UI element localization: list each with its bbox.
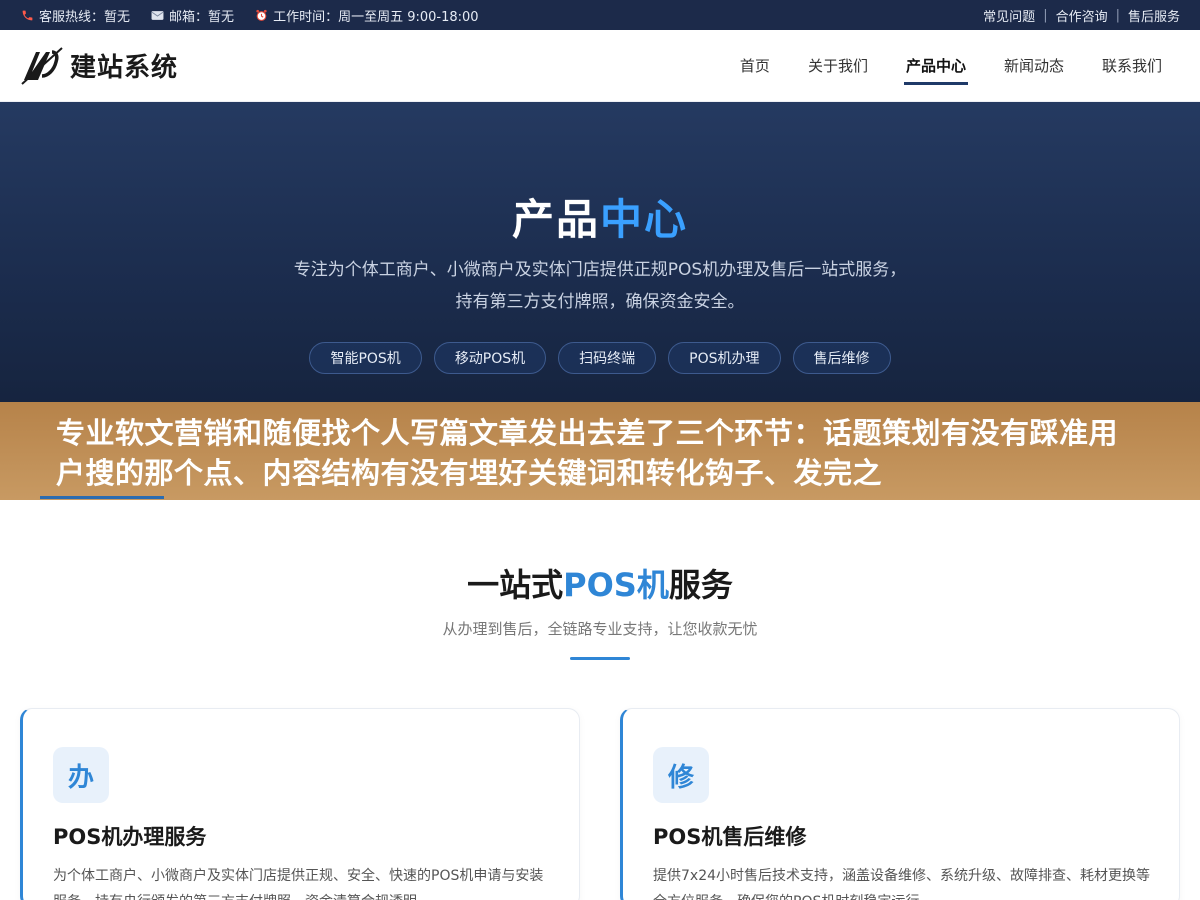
- alarm-clock-icon: [254, 8, 268, 22]
- logo-text: 建站系统: [70, 53, 179, 83]
- hours-value: 周一至周五 9:00-18:00: [338, 9, 479, 25]
- hero-section: 产品中心 专注为个体工商户、小微商户及实体门店提供正规POS机办理及售后一站式服…: [0, 102, 1200, 402]
- hours-label: 工作时间：: [273, 9, 339, 25]
- tag-smart-pos[interactable]: 智能POS机: [309, 342, 422, 374]
- hours-info: 工作时间： 周一至周五 9:00-18:00: [254, 6, 479, 25]
- tag-pos-application[interactable]: POS机办理: [668, 342, 781, 374]
- section-divider: [570, 657, 630, 660]
- nav-item-news[interactable]: 新闻动态: [1004, 30, 1064, 102]
- contact-info: 客服热线： 暂无 邮箱： 暂无 工作时间： 周一至周五 9:00-18:00: [20, 6, 499, 25]
- top-links: 常见问题 | 合作咨询 | 售后服务: [983, 6, 1180, 25]
- section-title-accent: POS机: [563, 566, 669, 604]
- email-value: 暂无: [208, 9, 235, 25]
- section-title-post: 服务: [668, 566, 733, 604]
- section-title: 一站式POS机服务: [0, 560, 1200, 606]
- section-title-pre: 一站式: [467, 566, 564, 604]
- hero-title-main: 产品: [511, 195, 600, 244]
- service-description: 提供7x24小时售后技术支持，涵盖设备维修、系统升级、故障排查、耗材更换等全方位…: [653, 868, 1151, 900]
- hero-title: 产品中心: [0, 186, 1200, 247]
- hero-tags: 智能POS机 移动POS机 扫码终端 POS机办理 售后维修: [0, 342, 1200, 374]
- phone-label: 客服热线：: [39, 9, 105, 25]
- nav-item-products[interactable]: 产品中心: [903, 30, 968, 102]
- tag-mobile-pos[interactable]: 移动POS机: [433, 342, 547, 374]
- main-nav: 首页 关于我们 产品中心 新闻动态 联系我们: [702, 30, 1162, 102]
- service-card-repair[interactable]: 修 POS机售后维修 提供7x24小时售后技术支持，涵盖设备维修、系统升级、故障…: [620, 708, 1180, 900]
- tag-after-sales-repair[interactable]: 售后维修: [792, 342, 891, 374]
- hero-description: 专注为个体工商户、小微商户及实体门店提供正规POS机办理及售后一站式服务，持有第…: [293, 260, 907, 312]
- divider: |: [1115, 7, 1120, 23]
- mail-icon: [150, 8, 164, 22]
- filter-underline: [40, 496, 164, 499]
- nav-item-about[interactable]: 关于我们: [808, 30, 868, 102]
- top-link-after-sales[interactable]: 售后服务: [1128, 6, 1180, 25]
- top-link-faq[interactable]: 常见问题: [983, 6, 1035, 25]
- top-link-cooperation[interactable]: 合作咨询: [1056, 6, 1108, 25]
- phone-info: 客服热线： 暂无: [20, 6, 130, 25]
- service-badge: 修: [653, 747, 709, 803]
- site-logo[interactable]: 建站系统: [20, 46, 178, 86]
- phone-value: 暂无: [104, 9, 131, 25]
- service-title: POS机办理服务: [53, 825, 207, 849]
- email-label: 邮箱：: [169, 9, 209, 25]
- service-badge: 办: [53, 747, 109, 803]
- service-title: POS机售后维修: [653, 825, 807, 849]
- site-header: 建站系统 首页 关于我们 产品中心 新闻动态 联系我们: [0, 30, 1200, 102]
- service-description: 为个体工商户、小微商户及实体门店提供正规、安全、快速的POS机申请与安装服务，持…: [53, 868, 544, 900]
- overlay-banner: 专业软文营销和随便找个人写篇文章发出去差了三个环节：话题策划有没有踩准用户搜的那…: [0, 402, 1200, 500]
- logo-mark-icon: [21, 46, 63, 85]
- section-subtitle: 从办理到售后，全链路专业支持，让您收款无忧: [442, 620, 758, 638]
- tag-scan-terminal[interactable]: 扫码终端: [558, 342, 657, 374]
- nav-item-home[interactable]: 首页: [740, 30, 770, 102]
- phone-icon: [20, 8, 34, 22]
- email-info: 邮箱： 暂无: [150, 6, 234, 25]
- service-card-application[interactable]: 办 POS机办理服务 为个体工商户、小微商户及实体门店提供正规、安全、快速的PO…: [20, 708, 580, 900]
- top-bar: 客服热线： 暂无 邮箱： 暂无 工作时间： 周一至周五 9:00-18:00 常…: [0, 0, 1200, 30]
- divider: |: [1043, 7, 1048, 23]
- nav-item-contact[interactable]: 联系我们: [1102, 30, 1162, 102]
- hero-title-accent: 中心: [600, 195, 689, 244]
